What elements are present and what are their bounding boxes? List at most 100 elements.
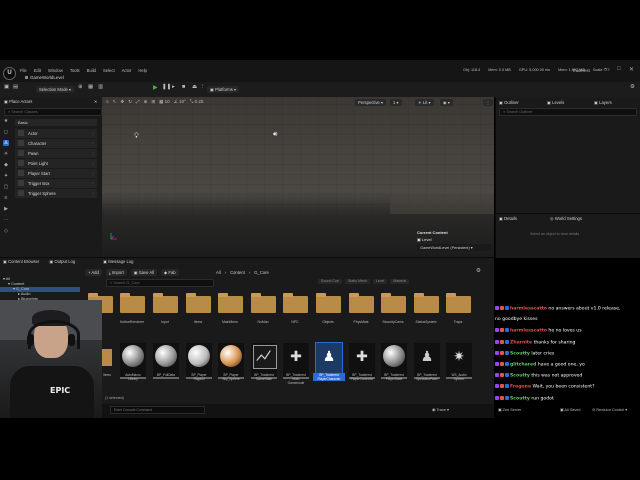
folder-icon[interactable] xyxy=(153,293,178,313)
audio-speaker-icon[interactable]: 🔊︎ xyxy=(273,131,277,139)
grid-snap-icon[interactable]: ▦ 10 xyxy=(159,99,170,105)
cinematics-icon[interactable]: ▥ xyxy=(98,84,103,90)
recent-icon[interactable]: ★ xyxy=(3,118,9,124)
search-classes-input[interactable]: ⌕ Search Classes xyxy=(4,108,102,116)
actor-item-point-light[interactable]: Point Light ⋮ xyxy=(15,159,97,168)
import-button[interactable]: ⤓ Import xyxy=(105,269,127,276)
actors-icon[interactable]: ♙ xyxy=(3,140,9,146)
menu-item-build[interactable]: Build xyxy=(87,68,96,73)
classes-icon[interactable]: ≡ xyxy=(3,195,9,201)
breadcrumb-content[interactable]: Content xyxy=(230,270,245,275)
drag-handle-icon[interactable]: ⋮ xyxy=(91,131,95,136)
stop-icon[interactable]: ■ xyxy=(182,84,185,90)
settings-icon[interactable]: ⚙ xyxy=(476,268,481,274)
actor-item-player-start[interactable]: Player Start ⋮ xyxy=(15,169,97,178)
play-icon[interactable]: ▶ xyxy=(153,84,158,91)
tab-layers[interactable]: ▣ Layers xyxy=(594,100,612,105)
tab-place-actors[interactable]: ▣ Place Actors xyxy=(4,99,32,104)
folder-icon[interactable] xyxy=(283,293,308,313)
save-icon[interactable]: ▣ xyxy=(4,84,9,90)
filter-static-mesh[interactable]: Static Mesh xyxy=(344,279,370,284)
drag-handle-icon[interactable]: ⋮ xyxy=(91,161,95,166)
tab-world-settings[interactable]: ◎ World Settings xyxy=(550,216,582,221)
surface-snap-icon[interactable]: ⊞ xyxy=(151,99,155,105)
level-path-dropdown[interactable]: GameWorldLevel (Persistent) ▾ xyxy=(417,244,492,251)
unreal-logo-icon[interactable]: U xyxy=(3,67,16,80)
scale-tool-icon[interactable]: ⤢ xyxy=(136,99,140,105)
drag-handle-icon[interactable]: ⋮ xyxy=(91,181,95,186)
search-outliner-input[interactable]: ⌕ Search Outliner xyxy=(499,108,637,116)
folder-icon[interactable] xyxy=(349,293,374,313)
angle-snap-icon[interactable]: ∠ 10° xyxy=(174,99,186,105)
save-all-button[interactable]: ▣ Save All xyxy=(130,269,157,276)
close-icon[interactable]: ✕ xyxy=(94,99,98,104)
selection-mode-dropdown[interactable]: Selection Mode ▾ xyxy=(36,86,75,93)
breadcrumb-g-core[interactable]: G_Core xyxy=(254,270,269,275)
filter-level[interactable]: Level xyxy=(372,279,388,284)
level-tab[interactable]: GameWorldLevel xyxy=(25,75,64,80)
rotate-tool-icon[interactable]: ↻ xyxy=(128,99,132,105)
folder-icon[interactable] xyxy=(446,293,471,313)
minimize-icon[interactable]: – xyxy=(604,66,607,72)
trace-button[interactable]: ◉ Trace ▾ xyxy=(432,407,449,412)
filter-material[interactable]: Material xyxy=(390,279,410,284)
basic-icon[interactable]: ◻ xyxy=(3,129,9,135)
drag-handle-icon[interactable]: ⋮ xyxy=(91,151,95,156)
folder-icon[interactable] xyxy=(316,293,341,313)
close-icon[interactable]: ✕ xyxy=(629,66,634,73)
drag-handle-icon[interactable]: ⋮ xyxy=(91,171,95,176)
volumes-icon[interactable]: ▢ xyxy=(3,184,9,190)
fab-button[interactable]: ◆ Fab xyxy=(161,269,179,276)
actor-item-trigger-sphere[interactable]: Trigger Sphere ⋮ xyxy=(15,189,97,198)
point-light-icon[interactable]: 💡︎ xyxy=(134,133,141,141)
play-options-icon[interactable]: ⋮ xyxy=(200,84,206,90)
blueprint-icon[interactable]: ▦ xyxy=(88,84,93,90)
menu-item-file[interactable]: File xyxy=(20,68,27,73)
folder-icon[interactable] xyxy=(120,293,145,313)
step-icon[interactable]: ▸ xyxy=(172,84,175,90)
eject-icon[interactable]: ⏏ xyxy=(192,84,197,90)
actor-item-pawn[interactable]: Pawn ⋮ xyxy=(15,149,97,158)
tab-details[interactable]: ▣ Details xyxy=(499,216,517,221)
geometry-icon[interactable]: ◇ xyxy=(3,228,9,234)
select-tool-icon[interactable]: ↖ xyxy=(113,99,117,105)
maximize-icon[interactable]: □ xyxy=(617,66,621,72)
folder-icon[interactable] xyxy=(251,293,276,313)
folder-icon[interactable] xyxy=(186,293,211,313)
lit-dropdown[interactable]: ☀ Lit ▾ xyxy=(415,99,434,106)
menu-item-edit[interactable]: Edit xyxy=(34,68,41,73)
add-button[interactable]: + Add xyxy=(85,269,102,276)
breadcrumb-all[interactable]: All xyxy=(216,270,221,275)
menu-item-tools[interactable]: Tools xyxy=(70,68,80,73)
viewport-options-icon[interactable]: ⋮ xyxy=(483,99,494,106)
drag-handle-icon[interactable]: ⋮ xyxy=(91,191,95,196)
search-content-input[interactable]: ⌕ Search G_Core xyxy=(106,279,214,287)
tab-message-log[interactable]: ▣ Message Log xyxy=(103,259,133,264)
menu-item-actor[interactable]: Actor xyxy=(122,68,132,73)
folder-icon[interactable] xyxy=(414,293,439,313)
filter-sound-cue[interactable]: Sound Cue xyxy=(318,279,342,284)
tab-outliner[interactable]: ▣ Outliner xyxy=(499,100,519,105)
actor-item-trigger-box[interactable]: Trigger Box ⋮ xyxy=(15,179,97,188)
visual-effects-icon[interactable]: ✦ xyxy=(3,173,9,179)
tab-levels[interactable]: ▣ Levels xyxy=(547,100,564,105)
folder-icon[interactable] xyxy=(218,293,243,313)
actor-item-actor[interactable]: Actor ⋮ xyxy=(15,129,97,138)
scale-snap-icon[interactable]: ⤡ 0.25 xyxy=(190,99,204,105)
menu-item-window[interactable]: Window xyxy=(48,68,63,73)
translate-tool-icon[interactable]: ✥ xyxy=(120,99,124,105)
world-local-icon[interactable]: ⊕ xyxy=(144,99,148,105)
actor-item-character[interactable]: Character ⋮ xyxy=(15,139,97,148)
perspective-dropdown[interactable]: Perspective ▾ xyxy=(355,99,387,106)
shapes-icon[interactable]: ◆ xyxy=(3,162,9,168)
more-icon[interactable]: ⋯ xyxy=(3,217,9,223)
settings-icon[interactable]: ⚙ xyxy=(630,84,635,90)
pause-icon[interactable]: ❚❚ xyxy=(162,84,171,90)
menu-item-select[interactable]: Select xyxy=(103,68,115,73)
viewport-menu-icon[interactable]: ≡ xyxy=(106,99,109,105)
tab-output-log[interactable]: ▣ Output Log xyxy=(49,259,75,264)
tab-content-browser[interactable]: ▣ Content Browser xyxy=(3,259,39,264)
folder-icon[interactable] xyxy=(381,293,406,313)
menu-item-help[interactable]: Help xyxy=(138,68,147,73)
drag-handle-icon[interactable]: ⋮ xyxy=(91,141,95,146)
